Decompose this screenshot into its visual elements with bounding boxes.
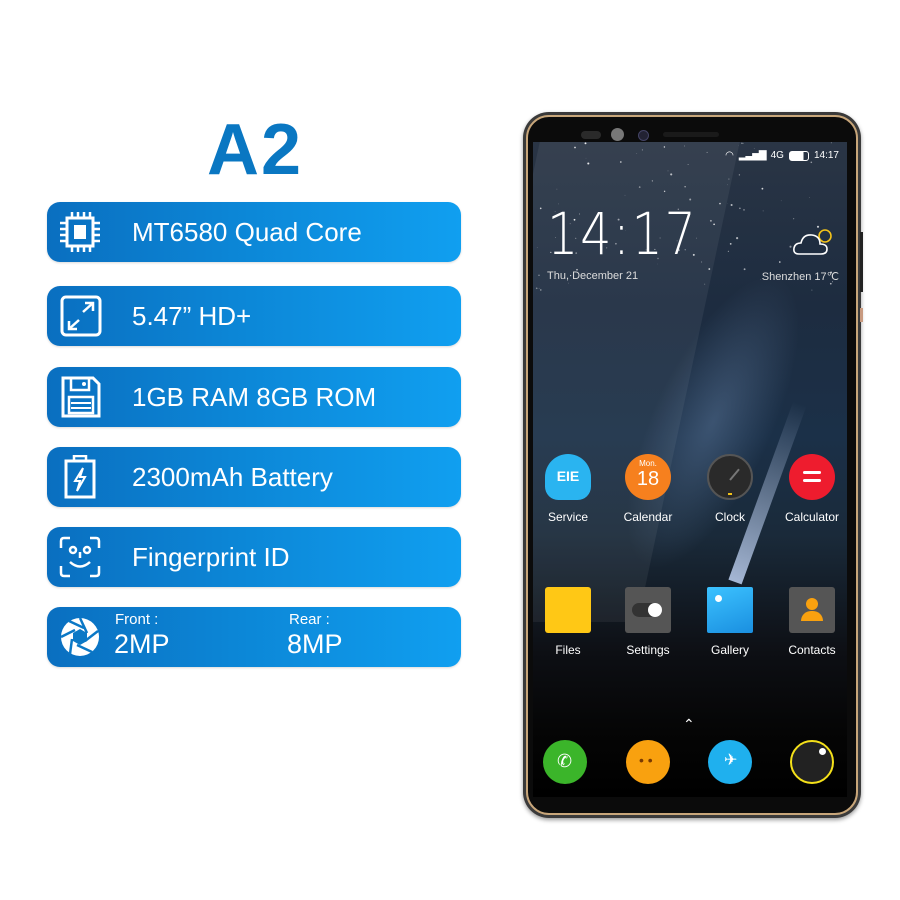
calendar-icon: Mon. 18 bbox=[625, 454, 671, 500]
calendar-date: 18 bbox=[636, 468, 660, 490]
calendar-day: Mon. bbox=[639, 459, 657, 468]
app-settings[interactable]: Settings bbox=[613, 587, 683, 657]
phone-sensors bbox=[523, 112, 861, 142]
status-bar: ◠ ▂▃▅▇ 4G 14:17 bbox=[725, 150, 839, 161]
battery-icon bbox=[64, 455, 96, 499]
front-camera-label: Front : bbox=[115, 611, 159, 628]
spec-fingerprint: Fingerprint ID bbox=[47, 527, 461, 587]
gallery-icon bbox=[707, 587, 753, 633]
rear-camera-label: Rear : bbox=[289, 611, 330, 628]
settings-toggle-icon bbox=[625, 587, 671, 633]
network-type: 4G bbox=[770, 150, 784, 161]
app-contacts[interactable]: Contacts bbox=[777, 587, 847, 657]
app-label: Contacts bbox=[788, 643, 836, 657]
phone-app-icon[interactable]: ✆ bbox=[543, 740, 587, 784]
app-label: Gallery bbox=[710, 643, 749, 657]
app-label: Calculator bbox=[784, 510, 840, 524]
battery-status-icon bbox=[788, 150, 809, 161]
app-clock[interactable]: Clock bbox=[695, 454, 765, 524]
face-id-icon bbox=[59, 536, 101, 578]
spec-display: 5.47” HD+ bbox=[47, 286, 461, 346]
aperture-icon bbox=[60, 617, 99, 656]
app-gallery[interactable]: Gallery bbox=[695, 587, 765, 657]
app-label: Calendar bbox=[623, 510, 673, 524]
service-icon: EIE bbox=[545, 454, 591, 500]
floppy-disk-icon bbox=[61, 376, 101, 418]
weather-text: Shenzhen 17℃ bbox=[761, 271, 839, 283]
expand-icon bbox=[60, 295, 102, 337]
spec-memory: 1GB RAM 8GB ROM bbox=[47, 367, 461, 427]
spec-label: MT6580 Quad Core bbox=[132, 217, 362, 247]
spec-camera: Front : 2MP Rear : 8MP bbox=[47, 607, 461, 667]
folder-icon bbox=[545, 587, 591, 633]
volume-button bbox=[860, 232, 863, 292]
calculator-icon bbox=[789, 454, 835, 500]
browser-app-icon[interactable]: ✈ bbox=[708, 740, 752, 784]
signal-icon: ▂▃▅▇ bbox=[738, 150, 767, 161]
app-drawer-chevron-icon[interactable]: ⌃ bbox=[683, 716, 695, 733]
status-time: 14:17 bbox=[813, 150, 839, 161]
phone-screen: ◠ ▂▃▅▇ 4G 14:17 14:17 Thu, December 21 S… bbox=[533, 142, 847, 797]
power-button bbox=[860, 308, 863, 322]
lockscreen-clock: 14:17 bbox=[547, 200, 698, 268]
app-label: Files bbox=[555, 643, 581, 657]
phone-device: ◠ ▂▃▅▇ 4G 14:17 14:17 Thu, December 21 S… bbox=[523, 112, 863, 818]
app-label: Service bbox=[547, 510, 588, 524]
wifi-icon: ◠ bbox=[725, 150, 734, 161]
spec-label: 5.47” HD+ bbox=[132, 301, 252, 331]
messages-app-icon[interactable]: • • bbox=[626, 740, 670, 784]
spec-battery: 2300mAh Battery bbox=[47, 447, 461, 507]
proximity-sensor bbox=[581, 131, 601, 139]
front-flash bbox=[611, 128, 624, 141]
app-label: Clock bbox=[714, 510, 745, 524]
rear-camera-value: 8MP bbox=[287, 629, 343, 659]
app-calendar[interactable]: Mon. 18 Calendar bbox=[613, 454, 683, 524]
camera-app-icon[interactable] bbox=[790, 740, 834, 784]
spec-label: Fingerprint ID bbox=[132, 542, 290, 572]
app-label: Settings bbox=[626, 643, 670, 657]
weather-cloud-icon bbox=[793, 229, 832, 255]
lockscreen-date: Thu, December 21 bbox=[547, 270, 639, 282]
cpu-icon bbox=[60, 212, 100, 252]
app-files[interactable]: Files bbox=[533, 587, 603, 657]
app-service[interactable]: EIE Service bbox=[533, 454, 603, 524]
spec-label: 2300mAh Battery bbox=[132, 462, 333, 492]
spec-cpu: MT6580 Quad Core bbox=[47, 202, 461, 262]
clock-icon bbox=[707, 454, 753, 500]
front-camera-value: 2MP bbox=[114, 629, 170, 659]
spec-label: 1GB RAM 8GB ROM bbox=[132, 382, 377, 412]
earpiece-speaker bbox=[663, 132, 719, 137]
front-camera-lens bbox=[638, 130, 649, 141]
contacts-icon bbox=[789, 587, 835, 633]
product-title: A2 bbox=[206, 110, 304, 190]
app-calculator[interactable]: Calculator bbox=[777, 454, 847, 524]
